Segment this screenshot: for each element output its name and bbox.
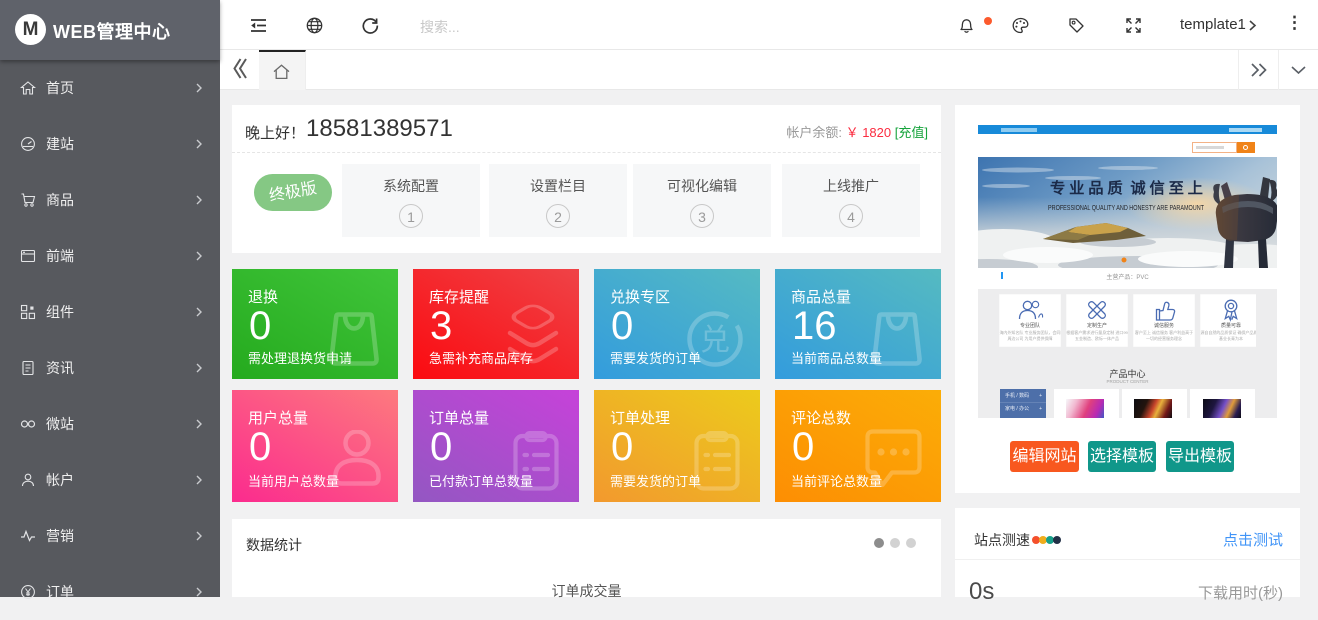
svg-text:客户至上 诚信服务 客户利益高于: 客户至上 诚信服务 客户利益高于 — [1135, 329, 1193, 335]
svg-text:诚信服务: 诚信服务 — [1154, 322, 1174, 329]
svg-text:专业团队: 专业团队 — [1020, 322, 1040, 329]
svg-text:质量可靠: 质量可靠 — [1221, 322, 1241, 329]
svg-text:根据客户需求进行量身定制 进口99: 根据客户需求进行量身定制 进口99 — [1066, 329, 1128, 335]
svg-text:定制生产: 定制生产 — [1087, 322, 1107, 329]
svg-text:PROFESSIONAL QUALITY AND HONES: PROFESSIONAL QUALITY AND HONESTY ARE PAR… — [1048, 203, 1204, 212]
svg-text:一切的经营服务理念: 一切的经营服务理念 — [1146, 335, 1182, 341]
svg-text:周边公司 为用户提供保障: 周边公司 为用户提供保障 — [1007, 335, 1052, 341]
svg-text:源自自然的品质保证 确保产品质量: 源自自然的品质保证 确保产品质量 — [1200, 329, 1256, 335]
svg-text:五金制造、欧标一体产品: 五金制造、欧标一体产品 — [1075, 335, 1119, 341]
svg-text:基业长青为本: 基业长青为本 — [1219, 335, 1243, 341]
svg-text:海内外知名队 专业服务团队，会同: 海内外知名队 专业服务团队，会同 — [999, 329, 1060, 335]
svg-text:兑: 兑 — [700, 324, 730, 357]
svg-text:专 业 品 质 诚 信 至 上: 专 业 品 质 诚 信 至 上 — [1050, 179, 1203, 197]
